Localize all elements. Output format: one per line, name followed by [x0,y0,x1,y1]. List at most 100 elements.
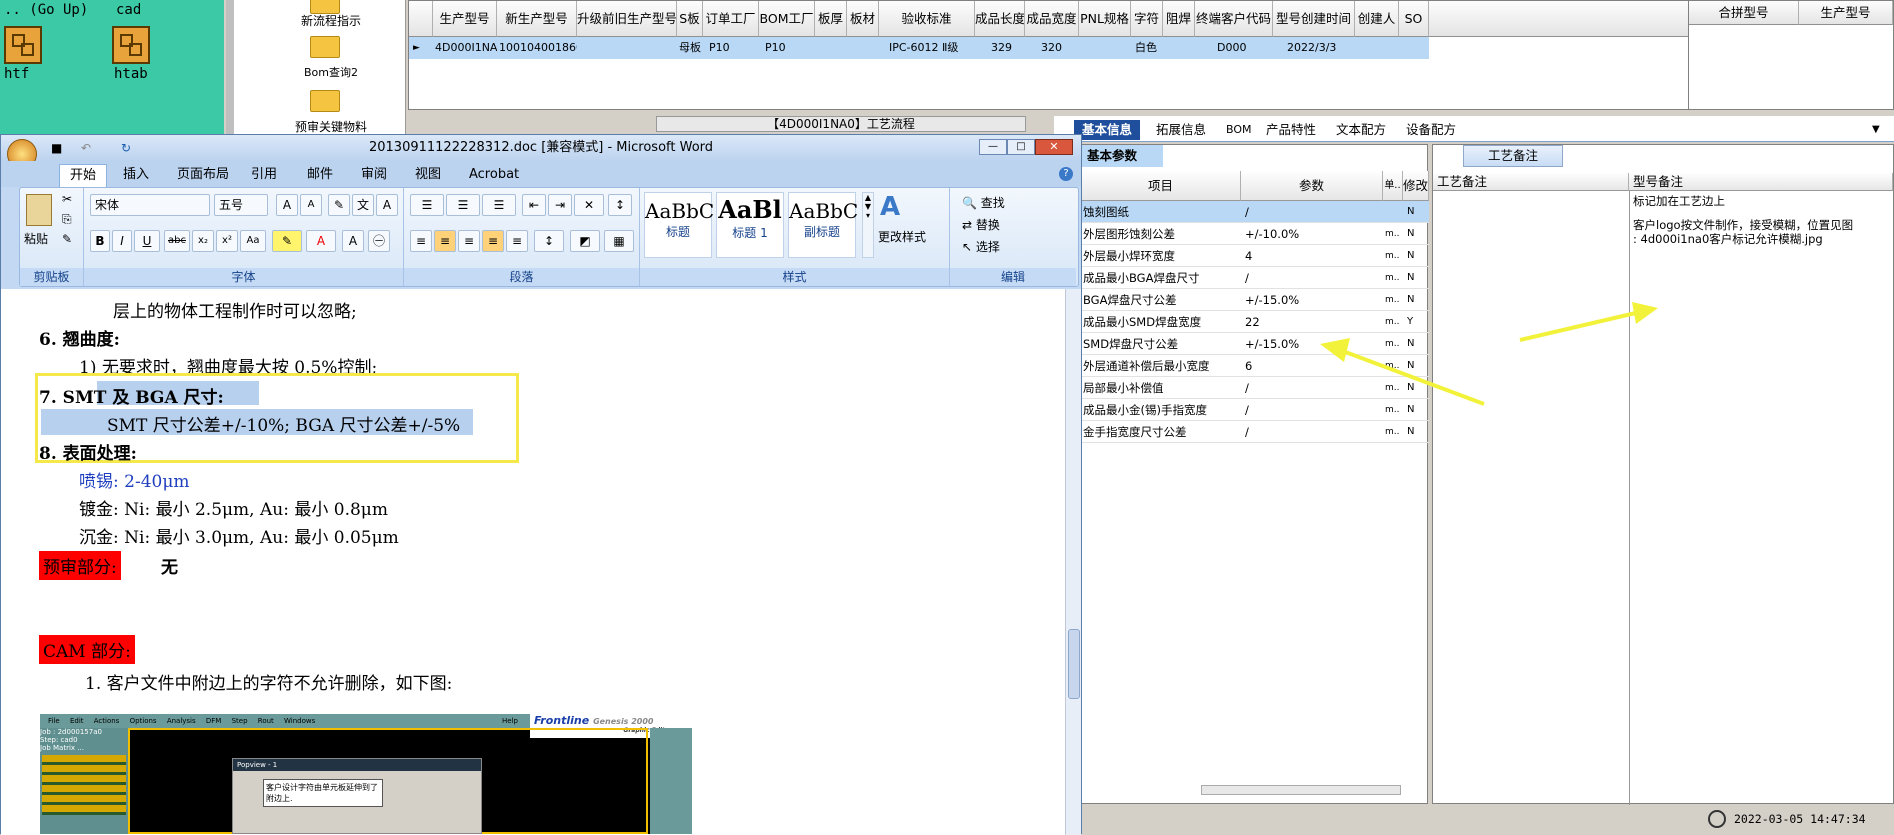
cell-modified[interactable]: N [1407,245,1427,267]
cell-param[interactable]: +/-15.0% [1245,289,1381,311]
subscript-icon[interactable]: x₂ [192,230,214,252]
cell[interactable]: IPC-6012 Ⅱ级 [889,37,975,59]
clear-format-icon[interactable]: ✎ [328,194,350,216]
tab-acrobat[interactable]: Acrobat [459,164,529,187]
tab-insert[interactable]: 插入 [113,164,159,187]
table-row[interactable]: 局部最小补偿值 / m.. N [1081,377,1429,399]
folder-htf-icon[interactable] [4,26,42,64]
save-icon[interactable]: ■ [51,135,62,161]
sort-icon[interactable]: ↕ [608,194,632,216]
cell[interactable]: D000 [1217,37,1273,59]
undo-icon[interactable]: ↶ [81,135,91,161]
change-styles-button[interactable]: 更改样式 [878,228,944,245]
styles-scroll[interactable]: ▲ ▼ ▾ [862,192,874,258]
table-row[interactable]: 外层最小焊环宽度 4 m.. N [1081,245,1429,267]
cell[interactable]: 4D000I1NA0 [435,37,497,59]
maximize-button[interactable]: □ [1007,139,1035,155]
increase-indent-icon[interactable]: ⇥ [548,194,572,216]
redo-icon[interactable]: ↻ [121,135,131,161]
cell-modified[interactable]: N [1407,355,1427,377]
char-border-icon[interactable]: A [376,194,398,216]
tab-mailings[interactable]: 邮件 [297,164,343,187]
cell-modified[interactable]: N [1407,421,1427,443]
cell[interactable]: 329 [991,37,1025,59]
font-color-icon[interactable]: A [306,230,336,252]
col-header[interactable]: 创建人 [1355,1,1399,37]
cell[interactable]: 10010400186032 [499,37,577,59]
multilevel-icon[interactable]: ☰ [482,194,516,216]
cell-param[interactable]: / [1245,421,1381,443]
tab-extended-info[interactable]: 拓展信息 [1148,120,1214,140]
table-row[interactable]: SMD焊盘尺寸公差 +/-15.0% m.. N [1081,333,1429,355]
cell[interactable]: 白色 [1135,37,1163,59]
col-header[interactable]: 板厚 [815,1,847,37]
cut-icon[interactable]: ✂ [62,192,72,206]
scroll-thumb[interactable] [1068,629,1080,699]
table-row[interactable]: 蚀刻图纸 / N [1081,201,1429,223]
help-icon[interactable]: ? [1059,167,1073,181]
col-header[interactable]: PNL规格 [1079,1,1131,37]
cell-modified[interactable]: N [1407,399,1427,421]
vertical-scrollbar[interactable] [1065,289,1081,835]
shrink-font-icon[interactable]: A [300,194,322,216]
tab-device-recipe[interactable]: 设备配方 [1398,120,1464,140]
style-title[interactable]: AaBbC 标题 [644,192,714,258]
cell[interactable]: P10 [709,37,759,59]
table-row[interactable]: 成品最小金(锡)手指宽度 / m.. N [1081,399,1429,421]
tab-references[interactable]: 引用 [241,164,287,187]
col-header[interactable]: 单.. [1383,171,1403,201]
cell[interactable]: 母板 [679,37,703,59]
col-header[interactable]: BOM工厂 [759,1,815,37]
tab-layout[interactable]: 页面布局 [167,164,239,187]
cell-param[interactable]: +/-15.0% [1245,333,1381,355]
justify-icon[interactable]: ≡ [482,230,504,252]
cell[interactable]: P10 [765,37,815,59]
table-row[interactable]: 外层图形蚀刻公差 +/-10.0% m.. N [1081,223,1429,245]
col-header[interactable]: 工艺备注 [1433,173,1629,191]
process-flow-tab[interactable]: 【4D000I1NA0】工艺流程 [656,116,1026,132]
tab-home[interactable]: 开始 [59,164,108,187]
select-button[interactable]: ↖ 选择 [962,238,1000,255]
col-header[interactable]: S板 [677,1,703,37]
style-heading1[interactable]: AaBl 标题 1 [716,192,784,258]
col-header[interactable]: 生产型号 [433,1,497,37]
cell-param[interactable]: / [1245,377,1381,399]
col-header[interactable]: 型号备注 [1629,173,1893,191]
font-name-select[interactable]: 宋体 [90,194,210,216]
decrease-indent-icon[interactable]: ⇤ [522,194,546,216]
find-button[interactable]: 🔍 查找 [962,194,1005,211]
table-row[interactable]: 金手指宽度尺寸公差 / m.. N [1081,421,1429,443]
desktop-icon-cad-label[interactable]: cad [116,2,141,18]
nav-item-bom-query[interactable]: Bom查询2 [276,64,386,80]
col-header[interactable]: 合拼型号 [1689,1,1799,25]
phonetic-icon[interactable]: 文 [352,194,374,216]
numbering-icon[interactable]: ☰ [446,194,480,216]
col-header[interactable]: 成品长度 [975,1,1025,37]
tab-product-feature[interactable]: 产品特性 [1258,120,1324,140]
cell-modified[interactable]: N [1407,267,1427,289]
char-shading-icon[interactable]: A [342,230,364,252]
cell[interactable]: 320 [1041,37,1079,59]
cell-modified[interactable]: N [1407,333,1427,355]
tab-bom[interactable]: BOM [1218,120,1260,140]
col-header[interactable]: 修改 [1403,171,1429,201]
cell-param[interactable]: +/-10.0% [1245,223,1381,245]
col-header[interactable]: 订单工厂 [703,1,759,37]
minimize-button[interactable]: — [979,139,1007,155]
borders-icon[interactable]: ▦ [604,230,634,252]
table-row[interactable]: 成品最小SMD焊盘宽度 22 m.. Y [1081,311,1429,333]
col-header[interactable]: SO [1399,1,1429,37]
align-right-icon[interactable]: ≡ [458,230,480,252]
change-case-icon[interactable]: Aa [240,230,266,252]
cell-param[interactable]: / [1245,201,1381,223]
grow-font-icon[interactable]: A [276,194,298,216]
horizontal-scrollbar[interactable] [1201,785,1401,795]
table-row[interactable]: 成品最小BGA焊盘尺寸 / m.. N [1081,267,1429,289]
desktop-icon-htf-label[interactable]: htf [4,66,29,82]
italic-icon[interactable]: I [112,230,132,252]
cell-modified[interactable]: Y [1407,311,1427,333]
col-header[interactable]: 参数 [1241,171,1383,201]
cell-param[interactable]: 22 [1245,311,1381,333]
cell-param[interactable]: 4 [1245,245,1381,267]
underline-icon[interactable]: U [134,230,160,252]
